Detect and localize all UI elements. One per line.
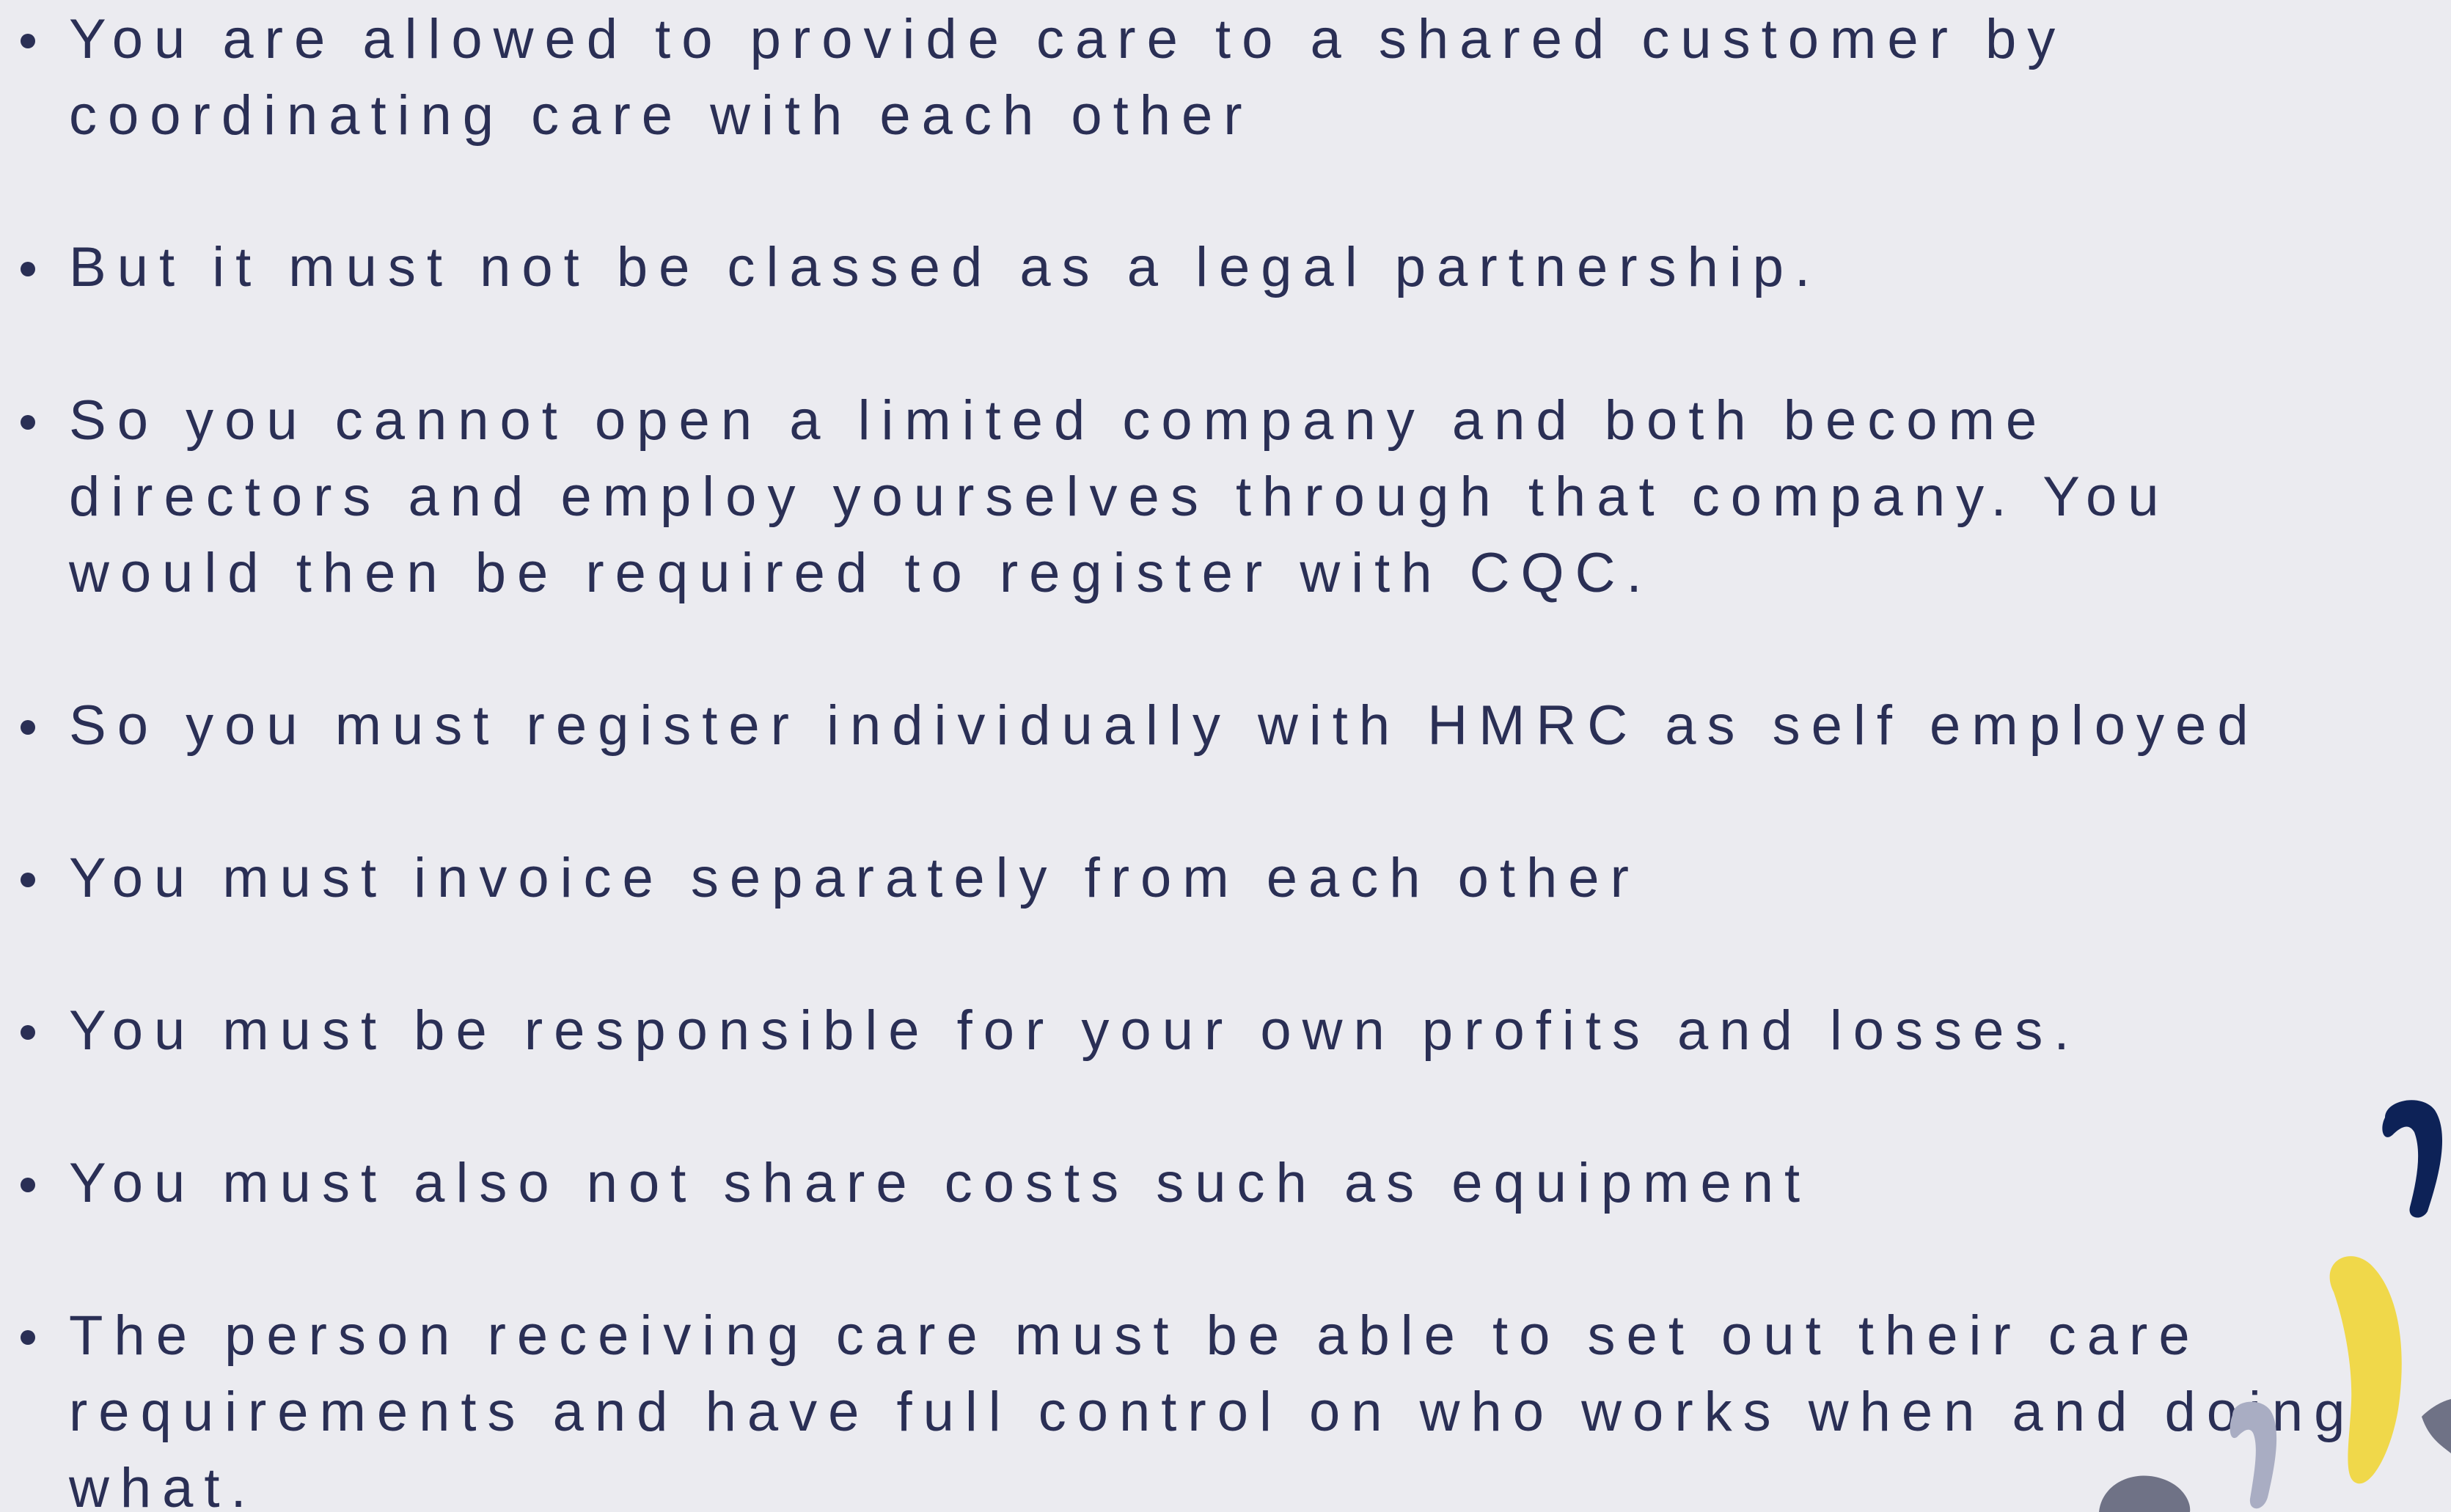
bullet-line: coordinating care with each other bbox=[69, 84, 1253, 147]
bullet-line: So you must register individually with H… bbox=[69, 694, 2260, 757]
navy-hook-shape bbox=[2382, 1100, 2443, 1218]
list-item: You are allowed to provide care to a sha… bbox=[0, 1, 2376, 154]
bullet-line: what. bbox=[69, 1457, 257, 1512]
bullet-line: directors and employ yourselves through … bbox=[69, 466, 2170, 528]
bullet-line: The person receiving care must be able t… bbox=[69, 1304, 2201, 1367]
bullet-dot bbox=[21, 1178, 35, 1192]
bullet-line: So you cannot open a limited company and… bbox=[69, 389, 2048, 452]
list-item: You must be responsible for your own pro… bbox=[0, 993, 2376, 1069]
bullet-dot bbox=[21, 34, 35, 48]
bullet-dot bbox=[21, 1330, 35, 1345]
bullet-line: would then be required to register with … bbox=[69, 542, 1653, 604]
slide: You are allowed to provide care to a sha… bbox=[0, 0, 2451, 1512]
bullet-line: requirements and have full control on wh… bbox=[69, 1381, 2356, 1443]
bullet-dot bbox=[21, 1025, 35, 1040]
bullet-line: You must be responsible for your own pro… bbox=[69, 999, 2081, 1062]
list-item: But it must not be classed as a legal pa… bbox=[0, 230, 2376, 306]
bullet-dot bbox=[21, 262, 35, 276]
bullet-line: You are allowed to provide care to a sha… bbox=[69, 8, 2067, 70]
bullet-dot bbox=[21, 415, 35, 430]
bullet-dot bbox=[21, 720, 35, 735]
list-item: So you must register individually with H… bbox=[0, 688, 2376, 764]
list-item: So you cannot open a limited company and… bbox=[0, 383, 2376, 612]
list-item: You must also not share costs such as eq… bbox=[0, 1145, 2376, 1222]
list-item: The person receiving care must be able t… bbox=[0, 1298, 2376, 1512]
bullet-line: You must invoice separately from each ot… bbox=[69, 847, 1640, 909]
bullet-line: You must also not share costs such as eq… bbox=[69, 1152, 1811, 1214]
dark-tip-shape bbox=[2422, 1399, 2451, 1453]
bullet-dot bbox=[21, 873, 35, 887]
bullet-line: But it must not be classed as a legal pa… bbox=[69, 236, 1822, 298]
list-item: You must invoice separately from each ot… bbox=[0, 840, 2376, 917]
